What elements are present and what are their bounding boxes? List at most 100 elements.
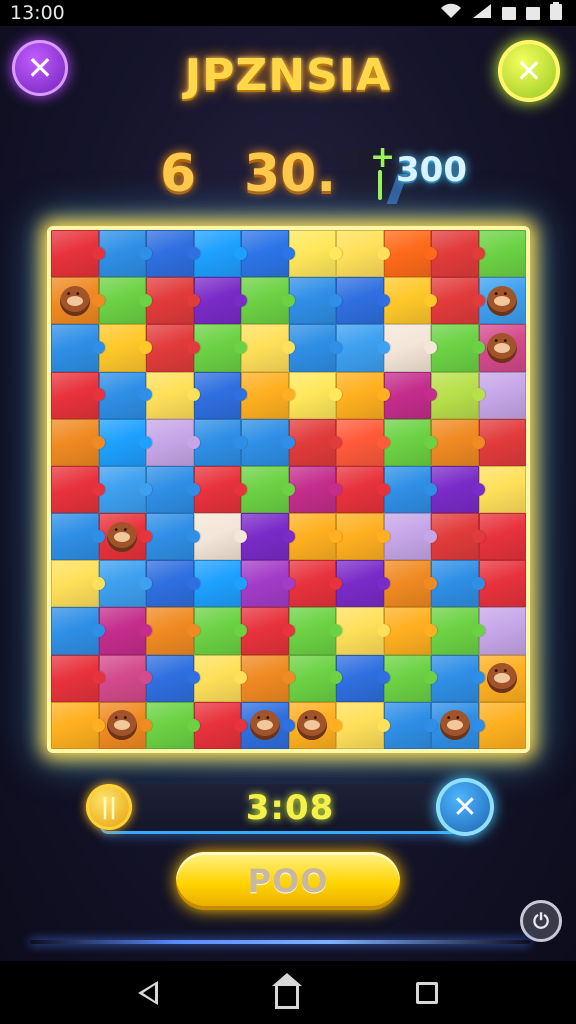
- puzzle-piece[interactable]: [336, 701, 389, 749]
- puzzle-piece[interactable]: [193, 277, 247, 325]
- puzzle-piece[interactable]: [146, 230, 199, 278]
- puzzle-piece[interactable]: [336, 465, 389, 514]
- puzzle-piece[interactable]: [51, 513, 104, 561]
- puzzle-piece[interactable]: [288, 418, 342, 466]
- puzzle-piece[interactable]: [51, 654, 104, 702]
- coin-icon[interactable]: ||: [86, 784, 132, 830]
- puzzle-piece[interactable]: [478, 560, 526, 608]
- puzzle-piece[interactable]: [98, 701, 152, 749]
- puzzle-piece[interactable]: [478, 465, 526, 514]
- puzzle-piece[interactable]: [193, 607, 247, 655]
- puzzle-piece[interactable]: [383, 607, 437, 655]
- puzzle-piece[interactable]: [241, 607, 294, 655]
- puzzle-piece[interactable]: [431, 277, 484, 325]
- puzzle-piece[interactable]: [288, 230, 342, 278]
- puzzle-piece[interactable]: [241, 418, 294, 466]
- puzzle-piece[interactable]: [98, 371, 152, 419]
- puzzle-piece[interactable]: [288, 701, 342, 749]
- puzzle-piece[interactable]: [336, 560, 389, 608]
- puzzle-piece[interactable]: [98, 654, 152, 702]
- puzzle-piece[interactable]: [478, 418, 526, 466]
- puzzle-piece[interactable]: [146, 560, 199, 608]
- puzzle-piece[interactable]: [193, 560, 247, 608]
- puzzle-piece[interactable]: [478, 513, 526, 561]
- puzzle-piece[interactable]: [288, 654, 342, 702]
- puzzle-piece[interactable]: [241, 654, 294, 702]
- puzzle-piece[interactable]: [241, 465, 294, 514]
- puzzle-piece[interactable]: [98, 418, 152, 466]
- close-button-right[interactable]: ✕: [498, 40, 560, 102]
- puzzle-piece[interactable]: [336, 418, 389, 466]
- puzzle-piece[interactable]: [146, 418, 199, 466]
- puzzle-piece[interactable]: [193, 654, 247, 702]
- puzzle-piece[interactable]: [288, 560, 342, 608]
- puzzle-piece[interactable]: [478, 654, 526, 702]
- puzzle-piece[interactable]: [146, 371, 199, 419]
- puzzle-piece[interactable]: [431, 607, 484, 655]
- puzzle-piece[interactable]: [383, 230, 437, 278]
- puzzle-piece[interactable]: [288, 607, 342, 655]
- puzzle-piece[interactable]: [431, 513, 484, 561]
- puzzle-piece[interactable]: [336, 324, 389, 372]
- puzzle-piece[interactable]: [383, 701, 437, 749]
- puzzle-piece[interactable]: [288, 277, 342, 325]
- close-button-blue[interactable]: ✕: [436, 778, 494, 836]
- puzzle-piece[interactable]: [383, 277, 437, 325]
- puzzle-piece[interactable]: [146, 654, 199, 702]
- puzzle-piece[interactable]: [431, 230, 484, 278]
- puzzle-piece[interactable]: [383, 418, 437, 466]
- back-icon[interactable]: [138, 980, 159, 1005]
- puzzle-piece[interactable]: [383, 465, 437, 514]
- puzzle-piece[interactable]: [431, 371, 484, 419]
- puzzle-piece[interactable]: [193, 465, 247, 514]
- puzzle-piece[interactable]: [98, 230, 152, 278]
- puzzle-piece[interactable]: [336, 371, 389, 419]
- puzzle-piece[interactable]: [431, 324, 484, 372]
- puzzle-piece[interactable]: [336, 230, 389, 278]
- puzzle-piece[interactable]: [241, 277, 294, 325]
- puzzle-piece[interactable]: [241, 324, 294, 372]
- puzzle-piece[interactable]: [383, 654, 437, 702]
- puzzle-piece[interactable]: [431, 654, 484, 702]
- puzzle-piece[interactable]: [478, 607, 526, 655]
- puzzle-piece[interactable]: [193, 324, 247, 372]
- puzzle-piece[interactable]: [241, 701, 294, 749]
- puzzle-piece[interactable]: [98, 324, 152, 372]
- puzzle-piece[interactable]: [383, 324, 437, 372]
- puzzle-piece[interactable]: [146, 465, 199, 514]
- puzzle-piece[interactable]: [98, 560, 152, 608]
- puzzle-piece[interactable]: [336, 607, 389, 655]
- puzzle-piece[interactable]: [336, 513, 389, 561]
- puzzle-piece[interactable]: [288, 371, 342, 419]
- power-icon[interactable]: ⏻: [520, 900, 562, 942]
- puzzle-piece[interactable]: [336, 277, 389, 325]
- puzzle-piece[interactable]: [146, 324, 199, 372]
- puzzle-piece[interactable]: [478, 371, 526, 419]
- puzzle-piece[interactable]: [51, 277, 104, 325]
- puzzle-piece[interactable]: [431, 418, 484, 466]
- puzzle-piece[interactable]: [193, 230, 247, 278]
- puzzle-piece[interactable]: [98, 465, 152, 514]
- puzzle-piece[interactable]: [51, 230, 104, 278]
- puzzle-piece[interactable]: [146, 607, 199, 655]
- puzzle-piece[interactable]: [478, 324, 526, 372]
- puzzle-piece[interactable]: [478, 277, 526, 325]
- puzzle-piece[interactable]: [51, 324, 104, 372]
- puzzle-piece[interactable]: [288, 324, 342, 372]
- puzzle-piece[interactable]: [431, 701, 484, 749]
- puzzle-piece[interactable]: [193, 371, 247, 419]
- puzzle-piece[interactable]: [146, 277, 199, 325]
- puzzle-piece[interactable]: [241, 513, 294, 561]
- puzzle-piece[interactable]: [478, 701, 526, 749]
- puzzle-piece[interactable]: [51, 701, 104, 749]
- puzzle-piece[interactable]: [431, 560, 484, 608]
- puzzle-piece[interactable]: [51, 607, 104, 655]
- puzzle-piece[interactable]: [241, 230, 294, 278]
- home-icon[interactable]: [271, 972, 302, 1009]
- puzzle-piece[interactable]: [193, 513, 247, 561]
- puzzle-piece[interactable]: [51, 465, 104, 514]
- puzzle-piece[interactable]: [431, 465, 484, 514]
- puzzle-piece[interactable]: [51, 371, 104, 419]
- puzzle-piece[interactable]: [146, 701, 199, 749]
- puzzle-piece[interactable]: [288, 465, 342, 514]
